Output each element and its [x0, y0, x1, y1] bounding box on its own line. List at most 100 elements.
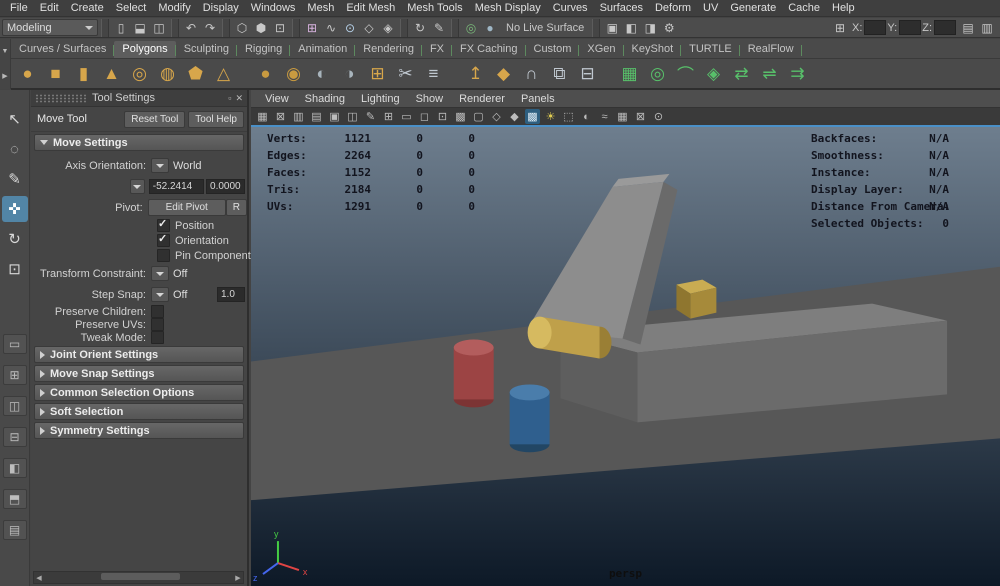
open-render-view-icon[interactable]: ▣ [603, 19, 621, 37]
channel-box-icon[interactable]: ▤ [959, 19, 977, 37]
viewport-menu-item[interactable]: Renderer [451, 93, 513, 105]
select-camera-icon[interactable]: ▦ [255, 109, 270, 124]
open-scene-icon[interactable]: ⬓ [131, 19, 149, 37]
poly-pyramid-icon[interactable]: △ [211, 61, 236, 86]
checkbox[interactable] [157, 249, 170, 262]
symmetrize-icon[interactable]: ⇌ [757, 61, 782, 86]
section-header[interactable]: Common Selection Options [34, 384, 244, 401]
snap-plane-icon[interactable]: ◇ [360, 19, 378, 37]
boolean-difference-icon[interactable]: ◑ [337, 61, 362, 86]
red-cylinder-top[interactable] [453, 339, 494, 356]
axis-angle-field-2[interactable]: 0.0000 [206, 179, 245, 194]
checkbox[interactable] [157, 232, 170, 247]
drag-grip-icon[interactable] [35, 93, 87, 103]
make-live-icon[interactable]: ◈ [379, 19, 397, 37]
shelf-tab[interactable]: Animation [290, 41, 356, 58]
bevel-icon[interactable]: ◆ [491, 61, 516, 86]
shelf-tab[interactable]: FX Caching [452, 41, 526, 58]
menu-item[interactable]: Cache [782, 0, 826, 17]
target-weld-icon[interactable]: ◎ [645, 61, 670, 86]
viewport-menu-item[interactable]: View [257, 93, 297, 105]
group-separator[interactable] [292, 18, 300, 37]
checkbox[interactable] [157, 217, 170, 232]
viewport-canvas[interactable]: y x z Verts: 1121 0 0 Edges: 2264 0 0 Fa… [251, 125, 1000, 586]
shelf-tab[interactable]: KeyShot [624, 41, 682, 58]
multisample-icon[interactable]: ▦ [615, 109, 630, 124]
snap-point-icon[interactable]: ⊙ [341, 19, 359, 37]
step-snap-dropdown[interactable] [151, 287, 169, 302]
bridge-icon[interactable]: ∩ [519, 61, 544, 86]
live-surface-ring-icon[interactable]: ◎ [462, 19, 480, 37]
menu-item[interactable]: Display [197, 0, 245, 17]
snap-curve-icon[interactable]: ∿ [322, 19, 340, 37]
motion-blur-icon[interactable]: ≈ [597, 109, 612, 124]
poly-prism-icon[interactable]: ⬟ [183, 61, 208, 86]
field-chart-icon[interactable]: ▩ [453, 109, 468, 124]
safe-action-icon[interactable]: ▢ [471, 109, 486, 124]
textured-icon[interactable]: ▩ [525, 109, 540, 124]
lasso-tool[interactable]: ◌ [2, 136, 28, 162]
ipr-render-icon[interactable]: ◨ [641, 19, 659, 37]
layout-hypershade-persp[interactable]: ▤ [2, 520, 27, 540]
coord-input[interactable] [899, 20, 922, 35]
pin-panel-icon[interactable]: ▫ [228, 93, 231, 104]
use-all-lights-icon[interactable]: ☀ [543, 109, 558, 124]
select-component-icon[interactable]: ⊡ [271, 19, 289, 37]
boolean-union-icon[interactable]: ◐ [309, 61, 334, 86]
redo-icon[interactable]: ↷ [201, 19, 219, 37]
layout-single-pane[interactable]: ▭ [2, 334, 27, 354]
mirror-icon[interactable]: ⇄ [729, 61, 754, 86]
multi-cut-icon[interactable]: ✂ [393, 61, 418, 86]
scrollbar-thumb[interactable] [100, 573, 181, 580]
step-snap-value[interactable]: Off [173, 289, 217, 301]
select-object-icon[interactable]: ⬢ [252, 19, 270, 37]
grid-icon[interactable]: ⊞ [831, 19, 849, 37]
occlusion-icon[interactable]: ◐ [579, 109, 594, 124]
axis-orientation-dropdown[interactable] [151, 158, 169, 173]
gold-cylinder-near-cap[interactable] [527, 316, 552, 349]
viewport-menu-item[interactable]: Panels [513, 93, 563, 105]
section-header-move-settings[interactable]: Move Settings [34, 134, 244, 151]
shelf-tab[interactable]: Rigging [237, 41, 291, 58]
menu-item[interactable]: Mesh Display [469, 0, 547, 17]
checkbox[interactable] [151, 305, 164, 318]
blue-cylinder-top[interactable] [509, 384, 550, 401]
gate-mask-icon[interactable]: ⊡ [435, 109, 450, 124]
edit-pivot-button[interactable]: Edit Pivot [147, 199, 226, 216]
menu-item[interactable]: Generate [724, 0, 782, 17]
poly-cylinder-icon[interactable]: ▮ [71, 61, 96, 86]
grease-pencil-icon[interactable]: ✎ [363, 109, 378, 124]
render-current-frame-icon[interactable]: ◧ [622, 19, 640, 37]
menu-item[interactable]: Select [110, 0, 153, 17]
xray-icon[interactable]: ⊠ [633, 109, 648, 124]
sculpt-sphere-icon[interactable]: ● [253, 61, 278, 86]
coord-input[interactable] [934, 20, 956, 35]
undo-icon[interactable]: ↶ [182, 19, 200, 37]
wireframe-icon[interactable]: ◇ [489, 109, 504, 124]
poly-torus-icon[interactable]: ◎ [127, 61, 152, 86]
checkbox[interactable] [151, 331, 164, 344]
new-scene-icon[interactable]: ▯ [112, 19, 130, 37]
attribute-editor-icon[interactable]: ▥ [978, 19, 996, 37]
two-d-pan-zoom-icon[interactable]: ◫ [345, 109, 360, 124]
menu-item[interactable]: Create [65, 0, 110, 17]
camera-attributes-icon[interactable]: ▥ [291, 109, 306, 124]
make-live-shelf-icon[interactable]: ◈ [701, 61, 726, 86]
transform-constraint-value[interactable]: Off [173, 268, 187, 280]
poly-cube-icon[interactable]: ■ [43, 61, 68, 86]
shaded-icon[interactable]: ◆ [507, 109, 522, 124]
tool-settings-titlebar[interactable]: Tool Settings ▫ ✕ [31, 90, 247, 107]
step-snap-size-field[interactable]: 1.0 [217, 287, 245, 302]
shelf-tab[interactable]: Curves / Surfaces [11, 41, 115, 58]
separate-icon[interactable]: ⊟ [575, 61, 600, 86]
viewport-menu-item[interactable]: Lighting [353, 93, 408, 105]
menu-item[interactable]: Deform [649, 0, 697, 17]
shadows-icon[interactable]: ⬚ [561, 109, 576, 124]
shelf-tab-menu-icon[interactable]: ▼ [2, 48, 9, 55]
group-separator[interactable] [222, 18, 230, 37]
group-separator[interactable] [101, 18, 109, 37]
menu-item[interactable]: Modify [152, 0, 196, 17]
shelf-tab[interactable]: Rendering [355, 41, 422, 58]
shelf-menu-icon[interactable]: ▶ [2, 72, 7, 80]
menu-item[interactable]: Surfaces [594, 0, 649, 17]
